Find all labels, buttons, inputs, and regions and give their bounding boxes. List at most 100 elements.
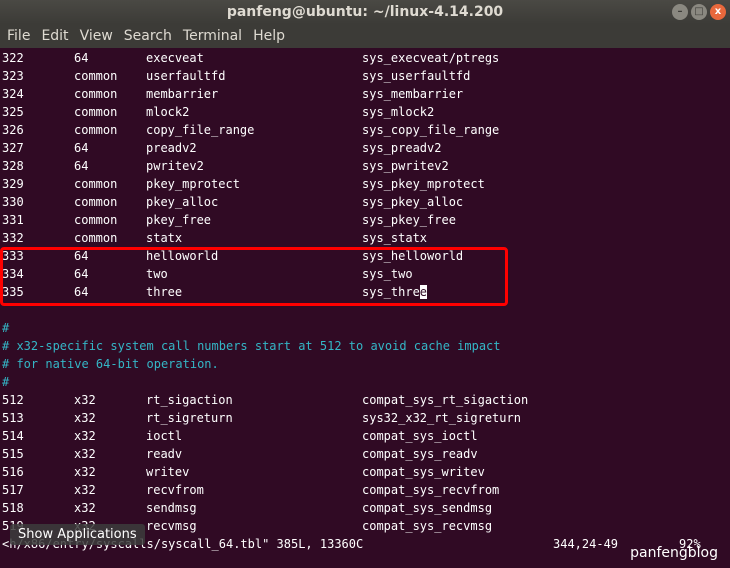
syscall-number: 331 xyxy=(2,213,24,227)
syscall-name: pwritev2 xyxy=(146,159,204,173)
syscall-name: statx xyxy=(146,231,183,245)
syscall-abi: x32 xyxy=(74,429,96,443)
syscall-name: recvmsg xyxy=(146,519,197,533)
comment-line: # xyxy=(2,375,10,389)
syscall-abi: common xyxy=(74,195,118,209)
highlight-box xyxy=(0,247,508,306)
syscall-name: mlock2 xyxy=(146,105,190,119)
syscall-entry: sys_mlock2 xyxy=(362,105,435,119)
syscall-number: 322 xyxy=(2,51,24,65)
menu-terminal[interactable]: Terminal xyxy=(183,28,242,44)
menu-edit[interactable]: Edit xyxy=(41,28,68,44)
syscall-number: 329 xyxy=(2,177,24,191)
syscall-number: 517 xyxy=(2,483,24,497)
syscall-number: 325 xyxy=(2,105,24,119)
syscall-name: pkey_mprotect xyxy=(146,177,240,191)
syscall-name: rt_sigreturn xyxy=(146,411,233,425)
table-row: 322 64 execveat sys_execveat/ptregs xyxy=(2,49,730,67)
table-row: 513 x32 rt_sigreturn sys32_x32_rt_sigreturn xyxy=(2,409,730,427)
syscall-entry: compat_sys_recvfrom xyxy=(362,483,500,497)
table-row: 517 x32 recvfrom compat_sys_recvfrom xyxy=(2,481,730,499)
syscall-entry: compat_sys_recvmsg xyxy=(362,519,493,533)
syscall-abi: common xyxy=(74,87,118,101)
syscall-entry: compat_sys_readv xyxy=(362,447,478,461)
syscall-number: 328 xyxy=(2,159,24,173)
table-row: 512 x32 rt_sigaction compat_sys_rt_sigactio… xyxy=(2,391,730,409)
syscall-name: readv xyxy=(146,447,183,461)
menu-help[interactable]: Help xyxy=(253,28,285,44)
syscall-name: rt_sigaction xyxy=(146,393,233,407)
syscall-number: 332 xyxy=(2,231,24,245)
syscall-abi: x32 xyxy=(74,411,96,425)
status-position: 344,24-49 xyxy=(553,537,619,551)
syscall-abi: x32 xyxy=(74,483,96,497)
syscall-entry: sys_pwritev2 xyxy=(362,159,449,173)
syscall-entry: compat_sys_writev xyxy=(362,465,485,479)
syscall-entry: sys_userfaultfd xyxy=(362,69,471,83)
syscall-entry: sys_statx xyxy=(362,231,428,245)
syscall-name: recvfrom xyxy=(146,483,204,497)
menu-search[interactable]: Search xyxy=(124,28,172,44)
table-row: 516 x32 writev compat_sys_writev xyxy=(2,463,730,481)
table-row: 326 common copy_file_range sys_copy_file_ra… xyxy=(2,121,730,139)
syscall-name: pkey_free xyxy=(146,213,212,227)
title-bar: panfeng@ubuntu: ~/linux-4.14.200 – □ x xyxy=(0,0,730,24)
syscall-entry: sys_membarrier xyxy=(362,87,464,101)
minimize-button[interactable]: – xyxy=(672,4,688,20)
syscall-name: preadv2 xyxy=(146,141,197,155)
table-row: 515 x32 readv compat_sys_readv xyxy=(2,445,730,463)
watermark: panfengblog xyxy=(630,545,718,561)
syscall-abi: 64 xyxy=(74,141,89,155)
syscall-name: writev xyxy=(146,465,190,479)
table-row: 327 64 preadv2 sys_preadv2 xyxy=(2,139,730,157)
maximize-button[interactable]: □ xyxy=(691,4,707,20)
syscall-name: sendmsg xyxy=(146,501,197,515)
syscall-name: userfaultfd xyxy=(146,69,226,83)
table-row: 332 common statx sys_statx xyxy=(2,229,730,247)
syscall-abi: common xyxy=(74,213,118,227)
syscall-abi: x32 xyxy=(74,393,96,407)
comment-line: # x32-specific system call numbers start… xyxy=(2,339,501,353)
menu-view[interactable]: View xyxy=(80,28,113,44)
syscall-entry: sys_pkey_alloc xyxy=(362,195,464,209)
syscall-name: execveat xyxy=(146,51,204,65)
syscall-abi: x32 xyxy=(74,501,96,515)
syscall-abi: common xyxy=(74,231,118,245)
syscall-entry: sys_copy_file_range xyxy=(362,123,500,137)
syscall-number: 324 xyxy=(2,87,24,101)
table-row: 324 common membarrier sys_membarrier xyxy=(2,85,730,103)
comment-line: # xyxy=(2,321,10,335)
syscall-number: 330 xyxy=(2,195,24,209)
menu-bar: File Edit View Search Terminal Help xyxy=(0,24,730,48)
syscall-abi: x32 xyxy=(74,447,96,461)
syscall-name: ioctl xyxy=(146,429,183,443)
syscall-number: 516 xyxy=(2,465,24,479)
table-row: 328 64 pwritev2 sys_pwritev2 xyxy=(2,157,730,175)
syscall-number: 515 xyxy=(2,447,24,461)
syscall-entry: sys_pkey_mprotect xyxy=(362,177,485,191)
syscall-name: pkey_alloc xyxy=(146,195,219,209)
syscall-entry: sys_preadv2 xyxy=(362,141,442,155)
syscall-entry: sys_execveat/ptregs xyxy=(362,51,500,65)
syscall-abi: common xyxy=(74,105,118,119)
close-button[interactable]: x xyxy=(710,4,726,20)
syscall-number: 513 xyxy=(2,411,24,425)
syscall-entry: compat_sys_rt_sigaction xyxy=(362,393,529,407)
syscall-number: 326 xyxy=(2,123,24,137)
menu-file[interactable]: File xyxy=(7,28,30,44)
comment-line: # for native 64-bit operation. xyxy=(2,357,219,371)
syscall-entry: sys32_x32_rt_sigreturn xyxy=(362,411,521,425)
syscall-entry: sys_pkey_free xyxy=(362,213,456,227)
table-row: 323 common userfaultfd sys_userfaultfd xyxy=(2,67,730,85)
syscall-entry: compat_sys_sendmsg xyxy=(362,501,493,515)
syscall-name: copy_file_range xyxy=(146,123,255,137)
window-title: panfeng@ubuntu: ~/linux-4.14.200 xyxy=(226,4,504,20)
syscall-abi: common xyxy=(74,123,118,137)
syscall-number: 323 xyxy=(2,69,24,83)
table-row: 514 x32 ioctl compat_sys_ioctl xyxy=(2,427,730,445)
syscall-abi: 64 xyxy=(74,51,89,65)
syscall-abi: common xyxy=(74,69,118,83)
syscall-number: 518 xyxy=(2,501,24,515)
syscall-abi: x32 xyxy=(74,465,96,479)
show-applications-tooltip: Show Applications xyxy=(10,524,145,545)
